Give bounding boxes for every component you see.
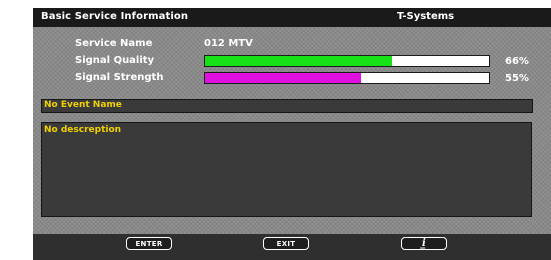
signal-strength-fill	[205, 73, 362, 83]
signal-strength-label: Signal Strength	[75, 72, 164, 83]
signal-quality-bar	[204, 55, 490, 67]
event-description-box: No descreption	[41, 122, 532, 217]
signal-strength-percent: 55%	[505, 73, 529, 84]
service-name-value: 012 MTV	[204, 38, 253, 49]
event-name-box: No Event Name	[41, 99, 533, 113]
service-name-label: Service Name	[75, 38, 153, 49]
info-button[interactable]: i̲	[401, 237, 447, 250]
signal-quality-fill	[205, 56, 393, 66]
header-bar: Basic Service Information T-Systems	[33, 8, 551, 27]
provider-name: T-Systems	[397, 11, 455, 22]
event-description: No descreption	[44, 125, 122, 135]
page-title: Basic Service Information	[41, 11, 189, 22]
exit-button[interactable]: EXIT	[263, 237, 309, 250]
signal-strength-bar	[204, 72, 490, 84]
signal-quality-percent: 66%	[505, 56, 529, 67]
info-icon: i̲	[421, 238, 427, 249]
service-info-screen: Basic Service Information T-Systems Serv…	[33, 8, 551, 260]
signal-quality-label: Signal Quality	[75, 55, 155, 66]
info-panel: Service Name 012 MTV Signal Quality 66% …	[33, 27, 551, 234]
event-name: No Event Name	[44, 100, 122, 110]
enter-button[interactable]: ENTER	[126, 237, 172, 250]
